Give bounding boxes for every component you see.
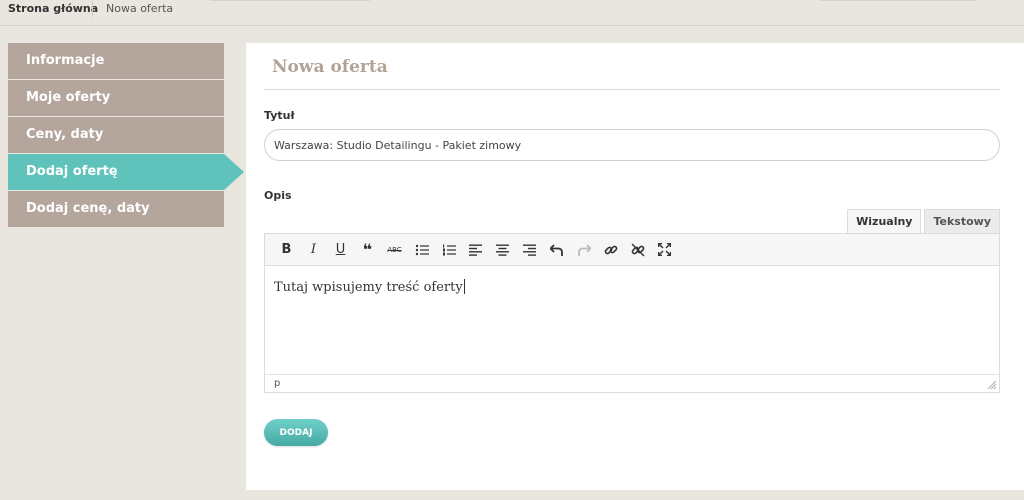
breadcrumb-current: Nowa oferta xyxy=(106,2,174,15)
sidebar-item-ceny-daty[interactable]: Ceny, daty xyxy=(8,117,224,153)
top-divider xyxy=(820,0,976,1)
unlink-icon[interactable] xyxy=(624,238,651,262)
sidebar-item-dodaj-cene-daty[interactable]: Dodaj cenę, daty xyxy=(8,191,224,227)
align-center-icon[interactable] xyxy=(489,238,516,262)
sidebar-item-informacje[interactable]: Informacje xyxy=(8,43,224,79)
title-input[interactable] xyxy=(264,129,1000,161)
bold-glyph: B xyxy=(281,242,292,257)
breadcrumb-separator xyxy=(92,1,93,17)
align-right-icon[interactable] xyxy=(516,238,543,262)
editor-content[interactable]: Tutaj wpisujemy treść oferty xyxy=(265,266,999,374)
redo-icon[interactable] xyxy=(570,238,597,262)
editor-tabs: Wizualny Tekstowy xyxy=(844,209,1000,234)
editor-statusbar: p xyxy=(265,374,999,392)
fullscreen-icon[interactable] xyxy=(651,238,678,262)
sidebar-item-dodaj-oferte[interactable]: Dodaj ofertę xyxy=(8,154,244,190)
undo-icon[interactable] xyxy=(543,238,570,262)
italic-icon[interactable]: I xyxy=(300,238,327,262)
underline-glyph: U xyxy=(335,242,346,257)
editor-text: Tutaj wpisujemy treść oferty xyxy=(274,280,463,295)
strikethrough-icon[interactable]: ABC xyxy=(381,238,408,262)
description-label: Opis xyxy=(264,189,292,202)
link-icon[interactable] xyxy=(597,238,624,262)
strikethrough-glyph: ABC xyxy=(387,245,402,254)
align-left-icon[interactable] xyxy=(462,238,489,262)
blockquote-glyph: ❝ xyxy=(362,240,373,259)
top-divider xyxy=(210,0,370,1)
text-caret xyxy=(463,279,465,294)
numbered-list-icon[interactable] xyxy=(435,238,462,262)
blockquote-icon[interactable]: ❝ xyxy=(354,238,381,262)
underline-icon[interactable]: U xyxy=(327,238,354,262)
rich-text-editor: B I U ❝ ABC Tutaj wpisujemy treść oferty… xyxy=(264,233,1000,393)
title-divider xyxy=(264,89,1000,90)
breadcrumb-home-link[interactable]: Strona główna xyxy=(8,2,98,15)
main-panel: Nowa oferta Tytuł Opis Wizualny Tekstowy… xyxy=(246,43,1024,490)
italic-glyph: I xyxy=(310,242,317,257)
resize-grip-icon[interactable] xyxy=(988,381,996,389)
editor-toolbar: B I U ❝ ABC xyxy=(265,234,999,266)
bold-icon[interactable]: B xyxy=(273,238,300,262)
tab-visual[interactable]: Wizualny xyxy=(847,209,922,234)
element-path[interactable]: p xyxy=(274,378,280,389)
tab-text[interactable]: Tekstowy xyxy=(924,209,1000,234)
add-button[interactable]: DODAJ xyxy=(264,419,328,446)
bullet-list-icon[interactable] xyxy=(408,238,435,262)
sidebar: Informacje Moje oferty Ceny, daty Dodaj … xyxy=(8,43,244,228)
sidebar-item-moje-oferty[interactable]: Moje oferty xyxy=(8,80,224,116)
page-title: Nowa oferta xyxy=(272,57,388,77)
title-label: Tytuł xyxy=(264,109,295,122)
breadcrumb: Strona główna Nowa oferta xyxy=(0,0,1024,26)
